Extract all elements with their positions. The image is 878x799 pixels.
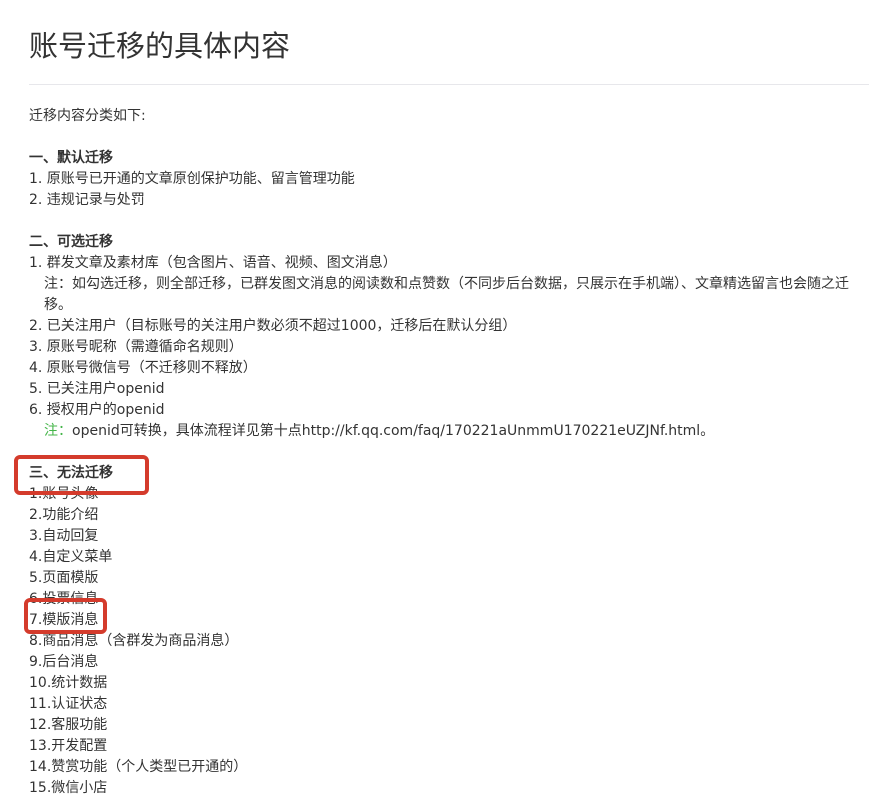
list-item: 14.赞赏功能（个人类型已开通的） (29, 759, 248, 775)
list-item: 2.功能介绍 (29, 507, 99, 523)
list-item: 3. 原账号昵称（需遵循命名规则） (29, 339, 243, 355)
list-item: 4.自定义菜单 (29, 549, 113, 565)
list-item: 1. 原账号已开通的文章原创保护功能、留言管理功能 (29, 171, 355, 187)
section-heading-none: 三、无法迁移 (29, 465, 113, 481)
page-title: 账号迁移的具体内容 (29, 29, 291, 63)
list-item: 12.客服功能 (29, 717, 108, 733)
article-body: 迁移内容分类如下: 一、默认迁移 1. 原账号已开通的文章原创保护功能、留言管理… (29, 106, 869, 799)
list-item: 10.统计数据 (29, 675, 108, 691)
list-item: 15.微信小店 (29, 780, 108, 796)
list-item: 4. 原账号微信号（不迁移则不释放） (29, 360, 257, 376)
openid-note: 注：openid可转换，具体流程详见第十点http://kf.qq.com/fa… (29, 421, 869, 442)
list-item: 6. 授权用户的openid (29, 402, 165, 418)
section-heading-optional: 二、可选迁移 (29, 234, 113, 250)
list-item: 1. 群发文章及素材库（包含图片、语音、视频、图文消息） (29, 255, 397, 271)
list-item: 7.模版消息 (29, 612, 99, 628)
highlight-box-template-message (24, 598, 107, 634)
list-item: 13.开发配置 (29, 738, 108, 754)
list-item: 6.投票信息 (29, 591, 99, 607)
list-item: 5. 已关注用户openid (29, 381, 165, 397)
list-item: 11.认证状态 (29, 696, 108, 712)
list-item: 9.后台消息 (29, 654, 99, 670)
list-item: 3.自动回复 (29, 528, 99, 544)
note-label: 注： (44, 423, 72, 439)
note-text: 注：如勾选迁移，则全部迁移，已群发图文消息的阅读数和点赞数（不同步后台数据，只展… (44, 276, 849, 313)
list-item: 2. 违规记录与处罚 (29, 192, 145, 208)
intro-text: 迁移内容分类如下: (29, 108, 146, 124)
highlight-box-heading (14, 455, 149, 495)
list-item: 2. 已关注用户（目标账号的关注用户数必须不超过1000，迁移后在默认分组） (29, 318, 517, 334)
list-item: 5.页面模版 (29, 570, 99, 586)
note-text: openid可转换，具体流程详见第十点http://kf.qq.com/faq/… (72, 423, 715, 439)
title-divider (29, 84, 869, 85)
list-item: 8.商品消息（含群发为商品消息） (29, 633, 239, 649)
list-item: 1.账号头像 (29, 486, 99, 502)
section-heading-default: 一、默认迁移 (29, 150, 113, 166)
